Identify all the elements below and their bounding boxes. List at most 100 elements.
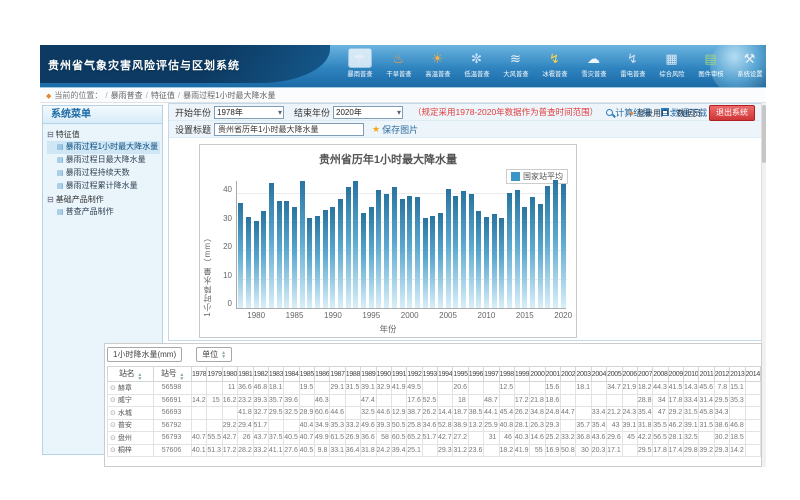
value-cell: 47 bbox=[653, 407, 668, 420]
toolbar-item-low-temperature[interactable]: ✼低温普查 bbox=[457, 48, 496, 86]
value-cell: 40.4 bbox=[299, 419, 314, 432]
radio-icon[interactable]: ⊙ bbox=[110, 385, 116, 392]
value-cell: 30 bbox=[576, 444, 591, 457]
toolbar-item-drought[interactable]: ♨干旱普查 bbox=[379, 48, 418, 86]
value-cell: 16.9 bbox=[545, 444, 560, 457]
tree-item[interactable]: ▤普查产品制作 bbox=[47, 206, 160, 219]
composite-risk-icon: ▦ bbox=[660, 48, 684, 68]
tree-item[interactable]: ▤暴雨过程日最大降水量 bbox=[47, 154, 160, 167]
value-cell: 33.4 bbox=[591, 407, 606, 420]
radio-icon[interactable]: ⊙ bbox=[110, 447, 116, 454]
value-cell: 44.7 bbox=[561, 407, 576, 420]
bar-2005 bbox=[446, 189, 451, 308]
toolbar-item-system-settings[interactable]: ⚒系统设置 bbox=[730, 48, 766, 86]
value-cell bbox=[468, 394, 483, 407]
start-year-select[interactable]: 1978年 bbox=[214, 106, 284, 119]
app-header: 贵州省气象灾害风险评估与区划系统 ☂暴雨普查♨干旱普查☀高温普查✼低温普查≋大风… bbox=[40, 45, 766, 87]
chart-title-input[interactable] bbox=[214, 123, 364, 136]
x-tick-label: 2010 bbox=[478, 311, 496, 320]
sort-arrows-icon[interactable]: ▲▼ bbox=[179, 373, 184, 381]
column-header-station-id[interactable]: 站号▲▼ bbox=[154, 367, 192, 382]
bar-1987 bbox=[307, 218, 312, 308]
toolbar-item-composite-risk[interactable]: ▦综合风险 bbox=[652, 48, 691, 86]
bar-2009 bbox=[476, 211, 481, 308]
toolbar-item-snow-disaster[interactable]: ☁雪灾普查 bbox=[574, 48, 613, 86]
value-cell: 31 bbox=[484, 432, 499, 445]
column-header-year: 1993 bbox=[422, 367, 437, 382]
column-header-year: 2003 bbox=[576, 367, 591, 382]
column-header-station-name[interactable]: 站名▲▼ bbox=[108, 367, 154, 382]
value-cell: 41.9 bbox=[514, 444, 529, 457]
value-cell: 34.3 bbox=[714, 407, 729, 420]
value-cell: 26.9 bbox=[345, 432, 360, 445]
column-header-year: 2006 bbox=[622, 367, 637, 382]
value-cell: 20.6 bbox=[453, 382, 468, 395]
value-cell: 17.8 bbox=[668, 394, 683, 407]
scrollbar-thumb[interactable] bbox=[762, 105, 766, 163]
radio-icon[interactable]: ⊙ bbox=[110, 397, 116, 404]
bar-1997 bbox=[384, 194, 389, 308]
radio-icon[interactable]: ⊙ bbox=[110, 435, 116, 442]
column-header-year: 1985 bbox=[299, 367, 314, 382]
toolbar-item-high-temperature[interactable]: ☀高温普查 bbox=[418, 48, 457, 86]
value-cell bbox=[591, 394, 606, 407]
value-cell bbox=[745, 419, 761, 432]
breadcrumb-item[interactable]: 特征值 bbox=[151, 91, 175, 100]
value-cell: 18.1 bbox=[268, 382, 283, 395]
radio-icon[interactable]: ⊙ bbox=[110, 422, 116, 429]
value-cell: 28.8 bbox=[637, 394, 652, 407]
value-cell: 35.4 bbox=[637, 407, 652, 420]
page-icon: ▤ bbox=[57, 157, 64, 164]
toolbar-item-label: 暴雨普查 bbox=[347, 70, 372, 79]
chart-plot: 0102030401980198519901995200020052010201… bbox=[236, 181, 566, 309]
value-cell: 29.3 bbox=[714, 444, 729, 457]
save-image-button[interactable]: ★保存图片 bbox=[372, 123, 418, 136]
value-cell: 28.9 bbox=[299, 407, 314, 420]
toolbar-item-hail[interactable]: ↯冰雹普查 bbox=[535, 48, 574, 86]
breadcrumb-item[interactable]: 暴雨过程1小时最大降水量 bbox=[183, 91, 275, 100]
value-cell: 18.1 bbox=[576, 382, 591, 395]
value-cell: 14.4 bbox=[438, 407, 453, 420]
tree-item[interactable]: ▤暴雨过程1小时最大降水量 bbox=[47, 141, 160, 154]
bar-1988 bbox=[315, 216, 320, 308]
tree-group-基础产品制作[interactable]: ⊟基础产品制作 bbox=[47, 193, 160, 206]
value-type-filter[interactable]: 1小时降水量(mm) bbox=[107, 347, 182, 362]
value-cell: 39.1 bbox=[622, 419, 637, 432]
location-icon: ◆ bbox=[46, 93, 51, 100]
value-cell: 29.2 bbox=[668, 407, 683, 420]
toolbar-item-label: 系统设置 bbox=[737, 70, 762, 79]
value-cell: 32.7 bbox=[253, 407, 268, 420]
column-header-year: 2013 bbox=[730, 367, 745, 382]
radio-icon[interactable]: ⊙ bbox=[110, 410, 116, 417]
value-cell: 29.5 bbox=[714, 394, 729, 407]
tree-item[interactable]: ▤暴雨过程累计降水量 bbox=[47, 180, 160, 193]
value-cell: 39.1 bbox=[361, 382, 376, 395]
sort-arrows-icon[interactable]: ▲▼ bbox=[137, 373, 142, 381]
value-cell: 13.2 bbox=[468, 419, 483, 432]
high-temperature-icon: ☀ bbox=[426, 48, 450, 68]
bar-2013 bbox=[507, 193, 512, 308]
column-header-year: 1984 bbox=[284, 367, 299, 382]
value-cell: 17.8 bbox=[653, 444, 668, 457]
column-header-year: 2011 bbox=[699, 367, 714, 382]
bar-1986 bbox=[300, 181, 305, 308]
column-header-year: 2007 bbox=[637, 367, 652, 382]
bar-2000 bbox=[407, 196, 412, 308]
bar-2015 bbox=[522, 207, 527, 308]
toolbar-item-lightning[interactable]: ↯雷电普查 bbox=[613, 48, 652, 86]
toolbar-item-map-review[interactable]: ▤图件审核 bbox=[691, 48, 730, 86]
breadcrumb-item[interactable]: 暴雨普查 bbox=[111, 91, 143, 100]
toolbar-item-gale[interactable]: ≋大风普查 bbox=[496, 48, 535, 86]
value-cell: 18.2 bbox=[499, 444, 514, 457]
tree-item[interactable]: ▤暴雨过程持续天数 bbox=[47, 167, 160, 180]
tree-group-特征值[interactable]: ⊟特征值 bbox=[47, 128, 160, 141]
toolbar-item-label: 雷电普查 bbox=[620, 70, 645, 79]
logout-button[interactable]: 退出系统 bbox=[709, 105, 755, 121]
toolbar-item-rainstorm[interactable]: ☂暴雨普查 bbox=[340, 48, 379, 86]
value-cell: 55 bbox=[530, 444, 545, 457]
table-row: ⊙桐梓5760640.151.317.228.233.241.127.640.5… bbox=[108, 444, 761, 457]
unit-filter[interactable]: 单位▲▼ bbox=[196, 347, 232, 362]
y-tick-label: 0 bbox=[228, 299, 232, 308]
bar-1995 bbox=[369, 207, 374, 308]
end-year-select[interactable]: 2020年 bbox=[333, 106, 403, 119]
